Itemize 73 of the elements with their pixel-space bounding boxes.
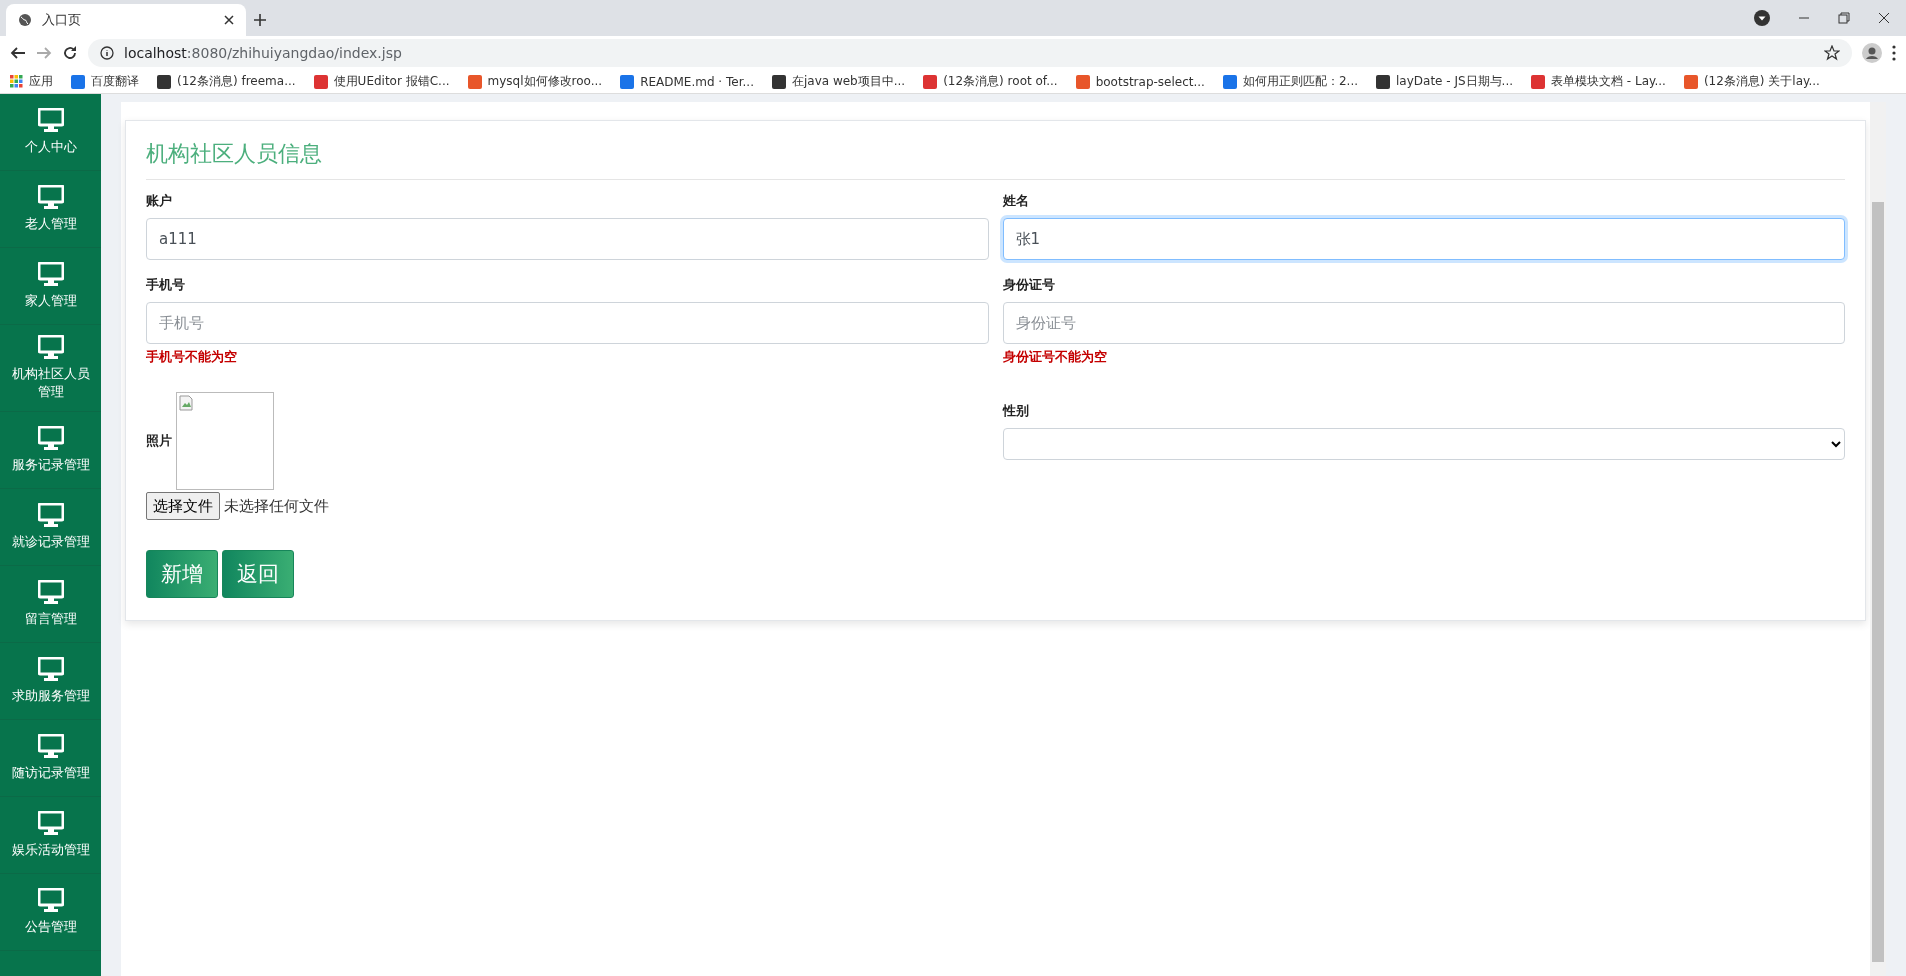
bookmark[interactable]: (12条消息) freema... — [157, 73, 296, 90]
bookmark[interactable]: mysql如何修改roo... — [467, 73, 603, 90]
back-icon[interactable] — [10, 45, 26, 61]
field-label: 手机号 — [146, 276, 186, 294]
favicon-icon — [157, 74, 171, 89]
favicon-icon — [1222, 74, 1237, 89]
input-field[interactable]: 张1 — [1002, 218, 1845, 260]
bookmark[interactable]: 百度翻译 — [71, 73, 139, 90]
monitor-icon — [37, 184, 64, 209]
profile-icon[interactable] — [1862, 43, 1882, 63]
error-message: 手机号不能为空 — [146, 348, 238, 366]
field-label: 照片 — [146, 432, 172, 450]
plus-icon[interactable] — [253, 13, 267, 27]
favicon-icon — [771, 74, 786, 89]
error-message: 身份证号不能为空 — [1002, 348, 1108, 366]
monitor-icon — [37, 734, 64, 759]
bookmark[interactable]: layDate - JS日期与... — [1376, 73, 1514, 90]
apps-grid-icon — [10, 75, 23, 88]
file-status: 未选择任何文件 — [224, 496, 329, 516]
favicon-icon — [1376, 74, 1390, 89]
bookmark[interactable]: (12条消息) root of... — [923, 73, 1058, 90]
favicon-icon — [313, 74, 328, 89]
bookmark[interactable]: 使用UEditor 报错C... — [313, 73, 450, 90]
dropdown-icon[interactable] — [1754, 10, 1770, 26]
favicon-icon — [1683, 74, 1698, 89]
field-label: 身份证号 — [1002, 276, 1056, 294]
globe-icon — [18, 13, 32, 27]
close-icon[interactable] — [1878, 12, 1890, 24]
monitor-icon — [37, 426, 64, 451]
broken-image-icon — [179, 395, 193, 411]
bookmark[interactable]: 如何用正则匹配：2... — [1222, 73, 1358, 90]
favicon-icon — [71, 74, 85, 89]
monitor-icon — [37, 888, 64, 913]
monitor-icon — [37, 580, 64, 605]
browser-tab[interactable]: 入口页 — [6, 4, 246, 36]
favicon-icon — [923, 74, 938, 89]
select-field[interactable] — [1002, 428, 1845, 460]
field-label: 账户 — [146, 192, 173, 210]
input-field[interactable]: a111 — [146, 218, 989, 260]
favicon-icon — [620, 74, 635, 89]
input-field[interactable]: 手机号 — [146, 302, 989, 344]
favicon-icon — [1531, 74, 1546, 89]
url-text: localhost:8080/zhihuiyangdao/index.jsp — [124, 45, 403, 61]
more-icon[interactable] — [1892, 45, 1896, 61]
favicon-icon — [1075, 74, 1090, 89]
bookmark[interactable]: bootstrap-select... — [1075, 74, 1205, 89]
monitor-icon — [37, 811, 64, 836]
input-field[interactable]: 身份证号 — [1002, 302, 1845, 344]
star-icon[interactable] — [1824, 45, 1840, 61]
choose-file-button[interactable]: 选择文件 — [146, 492, 220, 520]
field-label: 姓名 — [1002, 192, 1030, 210]
monitor-icon — [37, 261, 64, 286]
bookmark[interactable]: (12条消息) 关于lay... — [1683, 73, 1820, 90]
form-button[interactable]: 返回 — [222, 550, 294, 598]
monitor-icon — [37, 335, 64, 359]
reload-icon[interactable] — [62, 45, 78, 61]
bookmark[interactable]: 表单模块文档 - Lay... — [1531, 73, 1666, 90]
restore-icon[interactable] — [1838, 12, 1850, 24]
close-icon[interactable] — [224, 15, 234, 25]
form-button[interactable]: 新增 — [146, 550, 218, 598]
form-title: 机构社区人员信息 — [146, 139, 1845, 180]
scrollbar[interactable] — [1870, 102, 1886, 976]
monitor-icon — [37, 107, 64, 132]
bookmark[interactable]: 在java web项目中... — [771, 73, 906, 90]
favicon-icon — [467, 74, 482, 89]
address-bar[interactable]: localhost:8080/zhihuiyangdao/index.jsp — [88, 39, 1852, 67]
tab-title: 入口页 — [42, 11, 82, 29]
info-icon — [100, 46, 114, 60]
monitor-icon — [37, 657, 64, 682]
monitor-icon — [37, 503, 64, 528]
field-label: 性别 — [1002, 402, 1030, 420]
bookmark[interactable]: README.md · Ter... — [620, 74, 754, 89]
bookmark[interactable]: 应用 — [10, 73, 53, 90]
